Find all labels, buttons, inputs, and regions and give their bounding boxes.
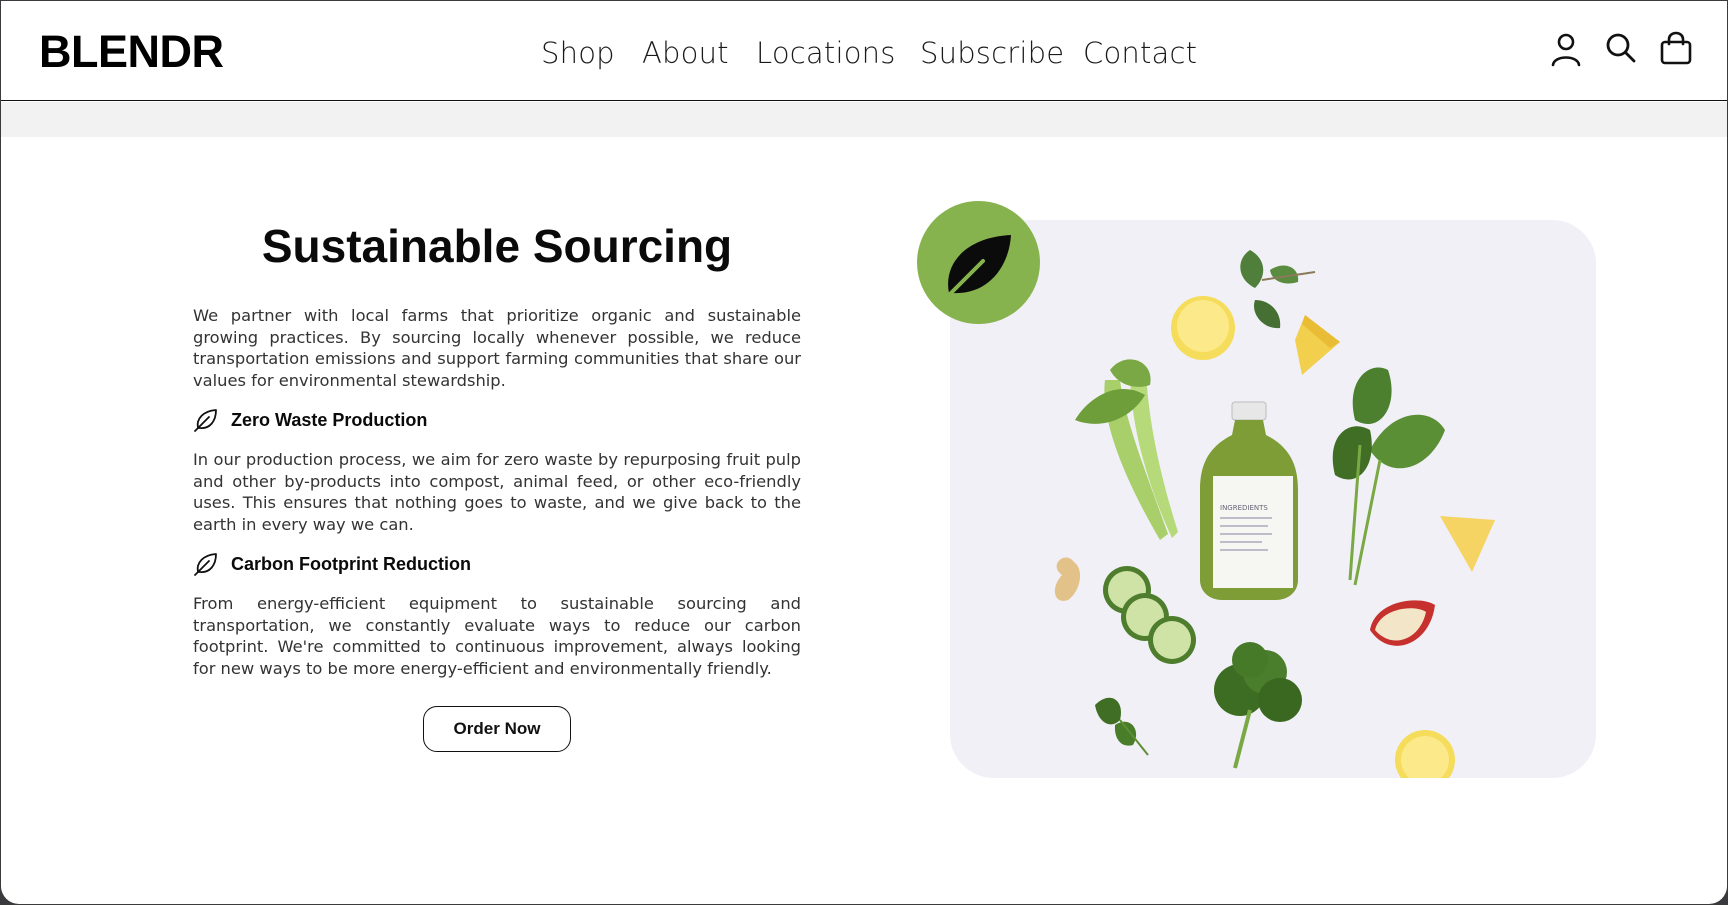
- feature-carbon: Carbon Footprint Reduction: [193, 550, 471, 578]
- main-nav: Shop About Locations Subscribe Contact: [1, 33, 1727, 73]
- product-photo: INGREDIENTS: [950, 220, 1596, 778]
- header-strip: [1, 102, 1727, 137]
- feature-text: From energy-efficient equipment to susta…: [193, 594, 801, 678]
- feature-zero-waste: Zero Waste Production: [193, 406, 427, 434]
- user-icon[interactable]: [1548, 31, 1584, 67]
- nav-about[interactable]: About: [642, 33, 729, 73]
- site-header: BLENDR Shop About Locations Subscribe Co…: [1, 1, 1727, 101]
- lemon-half: [1171, 296, 1235, 360]
- feature-title: Zero Waste Production: [231, 409, 428, 430]
- leaf-badge: [917, 201, 1040, 324]
- juice-ingredients-illustration: INGREDIENTS: [950, 220, 1596, 778]
- order-now-button[interactable]: Order Now: [423, 706, 571, 752]
- search-icon[interactable]: [1603, 31, 1639, 67]
- feature-text: In our production process, we aim for ze…: [193, 450, 801, 534]
- intro-paragraph: We partner with local farms that priorit…: [193, 306, 801, 390]
- bottle-label-text: INGREDIENTS: [1220, 504, 1268, 512]
- leaf-icon: [942, 234, 1011, 301]
- nav-locations[interactable]: Locations: [756, 33, 896, 73]
- leaf-icon: [193, 407, 219, 433]
- shopping-bag-icon[interactable]: [1658, 31, 1694, 67]
- leaf-icon: [193, 551, 219, 577]
- nav-shop[interactable]: Shop: [541, 33, 615, 73]
- nav-contact[interactable]: Contact: [1083, 33, 1197, 73]
- feature-title: Carbon Footprint Reduction: [231, 553, 471, 574]
- section-title: Sustainable Sourcing: [261, 220, 733, 272]
- nav-subscribe[interactable]: Subscribe: [920, 33, 1064, 73]
- page-frame: BLENDR Shop About Locations Subscribe Co…: [1, 1, 1727, 904]
